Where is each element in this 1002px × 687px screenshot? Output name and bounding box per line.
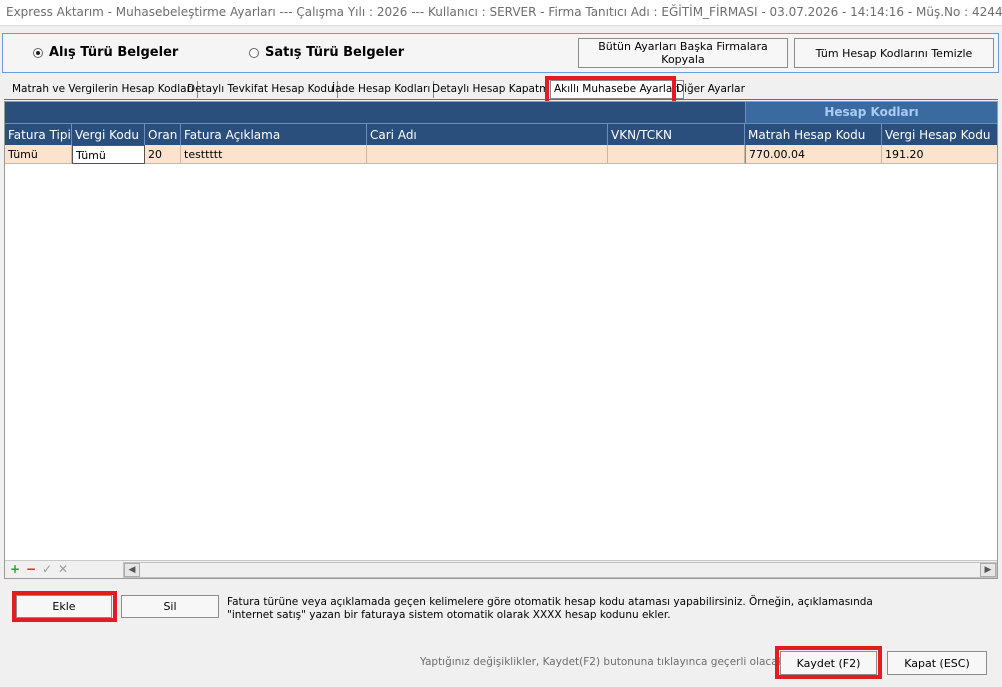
- smart-accounting-grid: Hesap Kodları Fatura Tipi Vergi Kodu Ora…: [4, 101, 998, 579]
- scroll-left-icon[interactable]: ◀: [124, 563, 140, 577]
- cell-rate[interactable]: 20: [145, 145, 181, 164]
- horizontal-scrollbar[interactable]: ◀ ▶: [123, 562, 997, 578]
- save-note: Yaptığınız değişiklikler, Kaydet(F2) but…: [420, 656, 798, 668]
- scroll-right-icon[interactable]: ▶: [980, 563, 996, 577]
- cell-tax-code[interactable]: Tümü: [72, 145, 145, 164]
- radio-sales-label: Satış Türü Belgeler: [265, 45, 405, 60]
- plus-icon[interactable]: +: [8, 562, 22, 577]
- column-header-tax-account-code[interactable]: Vergi Hesap Kodu: [882, 123, 997, 145]
- cell-invoice-description[interactable]: testtttt: [181, 145, 367, 164]
- cell-customer-name[interactable]: [367, 145, 608, 164]
- check-icon[interactable]: ✓: [40, 562, 54, 577]
- column-header-customer-name[interactable]: Cari Adı: [367, 123, 608, 145]
- column-header-invoice-description[interactable]: Fatura Açıklama: [181, 123, 367, 145]
- radio-purchase-label: Alış Türü Belgeler: [49, 45, 179, 60]
- radio-purchase-documents[interactable]: Alış Türü Belgeler: [33, 45, 178, 60]
- tab-account-closing[interactable]: Detaylı Hesap Kapatma: [429, 81, 560, 98]
- radio-sales-documents[interactable]: Satış Türü Belgeler: [249, 45, 404, 60]
- column-header-tax-id[interactable]: VKN/TCKN: [608, 123, 745, 145]
- radio-unselected-icon: [249, 47, 259, 58]
- cancel-icon[interactable]: ✕: [56, 562, 70, 577]
- minus-icon[interactable]: −: [24, 562, 38, 577]
- save-button[interactable]: Kaydet (F2): [780, 651, 877, 675]
- settings-tabs: Matrah ve Vergilerin Hesap Kodları Detay…: [4, 76, 998, 100]
- info-text: Fatura türüne veya açıklamada geçen keli…: [227, 596, 873, 621]
- tab-other-settings[interactable]: Diğer Ayarlar: [673, 81, 748, 98]
- close-button[interactable]: Kapat (ESC): [887, 651, 987, 675]
- add-button[interactable]: Ekle: [16, 595, 112, 618]
- copy-settings-button[interactable]: Bütün Ayarları Başka Firmalara Kopyala: [578, 38, 788, 68]
- cell-tax-id[interactable]: [608, 145, 745, 164]
- tab-withholding-account-code[interactable]: Detaylı Tevkifat Hesap Kodu: [184, 81, 338, 98]
- radio-selected-icon: [33, 47, 43, 58]
- cell-base-account-code[interactable]: 770.00.04: [745, 145, 882, 164]
- window-title: Express Aktarım - Muhasebeleştirme Ayarl…: [0, 0, 1002, 26]
- cell-invoice-type[interactable]: Tümü: [5, 145, 72, 164]
- column-header-invoice-type[interactable]: Fatura Tipi: [5, 123, 72, 145]
- delete-button[interactable]: Sil: [121, 595, 219, 618]
- cell-tax-account-code[interactable]: 191.20: [882, 145, 997, 164]
- document-type-panel: Alış Türü Belgeler Satış Türü Belgeler B…: [2, 33, 999, 73]
- grid-navigator: + − ✓ ✕ ◀ ▶: [5, 560, 997, 578]
- column-header-rate[interactable]: Oran: [145, 123, 181, 145]
- tab-smart-accounting[interactable]: Akıllı Muhasebe Ayarları: [550, 80, 684, 99]
- account-codes-band-title: Hesap Kodları: [745, 102, 997, 123]
- column-header-tax-code[interactable]: Vergi Kodu: [72, 123, 145, 145]
- column-header-base-account-code[interactable]: Matrah Hesap Kodu: [745, 123, 882, 145]
- tab-tax-account-codes[interactable]: Matrah ve Vergilerin Hesap Kodları: [9, 81, 198, 98]
- tab-return-account-codes[interactable]: İade Hesap Kodları: [329, 81, 435, 98]
- clear-account-codes-button[interactable]: Tüm Hesap Kodlarını Temizle: [794, 38, 994, 68]
